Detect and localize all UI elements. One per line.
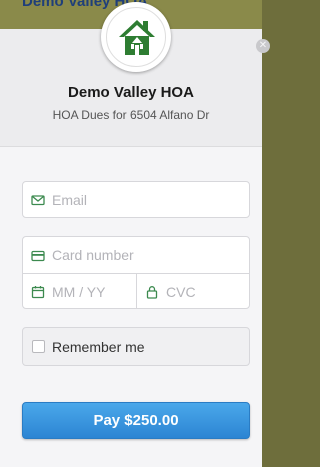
payment-modal: ✕ Demo Valley HOA HOA Dues for 6504 Alfa…: [0, 2, 270, 467]
lock-icon: [146, 286, 158, 299]
card-details-group: [22, 236, 250, 309]
org-name: Demo Valley HOA: [68, 84, 194, 101]
house-icon: [119, 20, 155, 55]
calendar-icon: [31, 286, 45, 299]
pay-button[interactable]: Pay $250.00: [22, 402, 250, 439]
logo: [101, 2, 171, 72]
expiry-divider: [136, 273, 137, 309]
card-number-input[interactable]: [52, 237, 242, 273]
payment-description: HOA Dues for 6504 Alfano Dr: [52, 108, 210, 122]
remember-me-label: Remember me: [52, 339, 145, 355]
email-input[interactable]: [52, 182, 242, 217]
expiry-input[interactable]: [52, 274, 132, 309]
remember-me-checkbox[interactable]: [32, 340, 45, 353]
email-field[interactable]: [22, 181, 250, 218]
remember-me-row[interactable]: Remember me: [22, 327, 250, 366]
credit-card-icon: [31, 250, 45, 262]
logo-frame: [106, 7, 166, 67]
envelope-icon: [31, 195, 45, 206]
close-icon[interactable]: ✕: [256, 39, 270, 53]
cvc-input[interactable]: [166, 274, 244, 309]
